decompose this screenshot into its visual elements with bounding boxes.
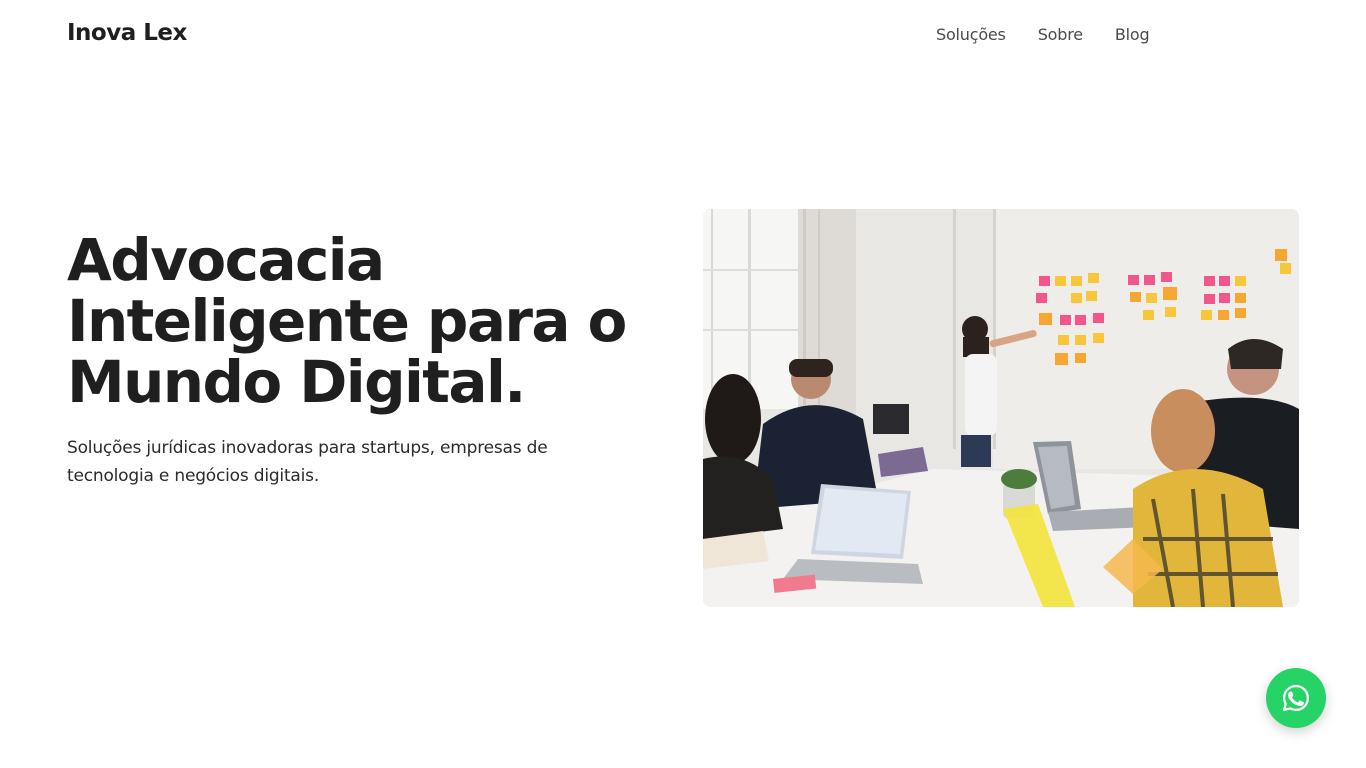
hero-title: Advocacia Inteligente para o Mundo Digit… bbox=[67, 230, 647, 413]
main-nav: Soluções Sobre Blog bbox=[936, 25, 1150, 44]
site-logo[interactable]: Inova Lex bbox=[67, 20, 187, 46]
hero-subtitle: Soluções jurídicas inovadoras para start… bbox=[67, 438, 548, 486]
nav-item-solucoes[interactable]: Soluções bbox=[936, 25, 1006, 44]
nav-item-blog[interactable]: Blog bbox=[1115, 25, 1150, 44]
site-header: Inova Lex Soluções Sobre Blog bbox=[0, 0, 1366, 72]
whatsapp-button[interactable] bbox=[1266, 668, 1326, 728]
hero-title-line-3: Mundo Digital. bbox=[67, 348, 526, 416]
hero-title-line-2: Inteligente para o bbox=[67, 287, 627, 355]
whatsapp-icon bbox=[1282, 684, 1310, 712]
hero-image bbox=[703, 209, 1299, 607]
hero-title-line-1: Advocacia bbox=[67, 226, 385, 294]
nav-item-sobre[interactable]: Sobre bbox=[1038, 25, 1083, 44]
